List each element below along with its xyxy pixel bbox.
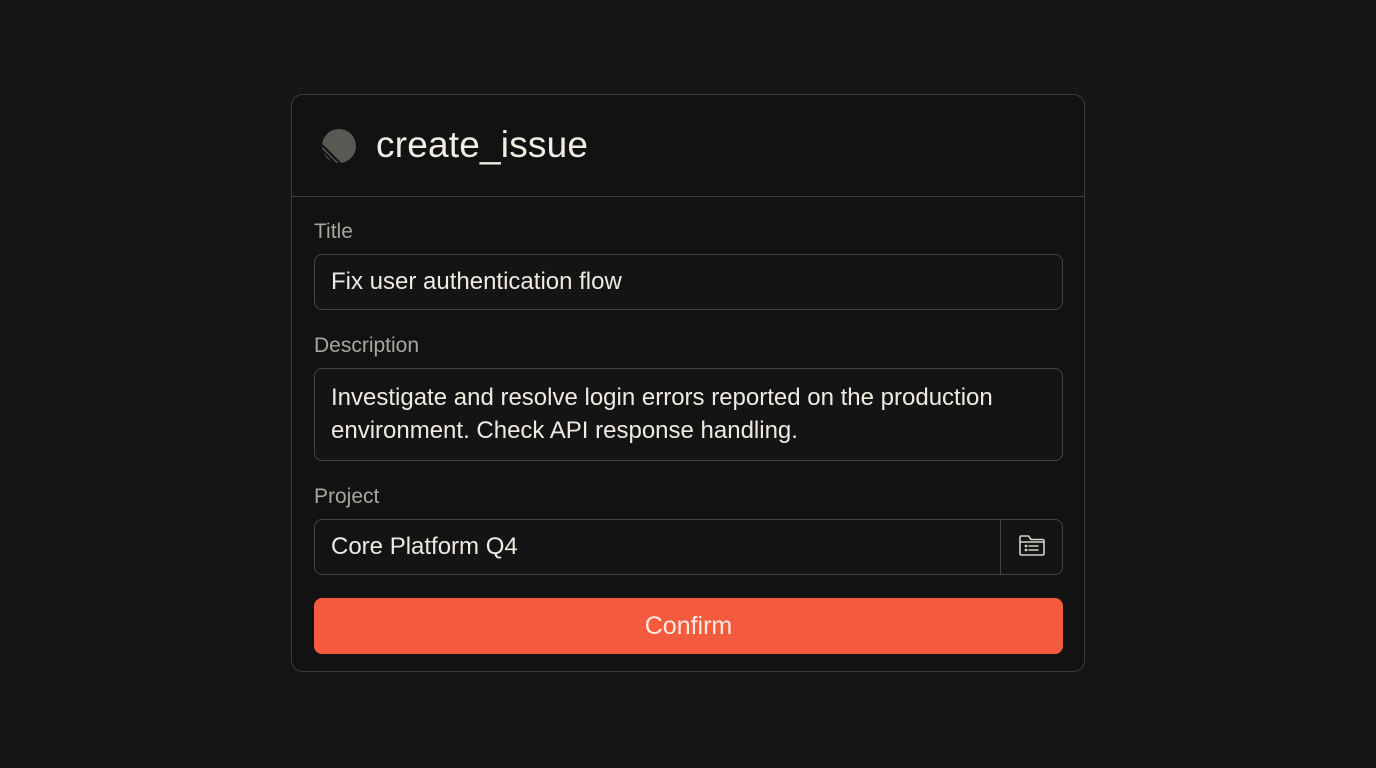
- form-body: Title Fix user authentication flow Descr…: [292, 220, 1084, 654]
- tool-name-title: create_issue: [376, 123, 589, 165]
- project-picker-button[interactable]: [1000, 520, 1062, 574]
- project-value[interactable]: Core Platform Q4: [315, 520, 1000, 574]
- project-label: Project: [314, 485, 380, 508]
- linear-logo-icon: [320, 127, 358, 165]
- description-label: Description: [314, 334, 420, 357]
- description-textarea[interactable]: Investigate and resolve login errors rep…: [314, 368, 1063, 461]
- title-input[interactable]: Fix user authentication flow: [314, 254, 1063, 310]
- title-label: Title: [314, 220, 353, 243]
- project-select[interactable]: Core Platform Q4: [314, 519, 1063, 575]
- folder-list-icon: [1018, 533, 1046, 562]
- create-issue-card: create_issue Title Fix user authenticati…: [291, 94, 1085, 672]
- card-header: create_issue: [292, 95, 1084, 197]
- confirm-button[interactable]: Confirm: [314, 598, 1063, 654]
